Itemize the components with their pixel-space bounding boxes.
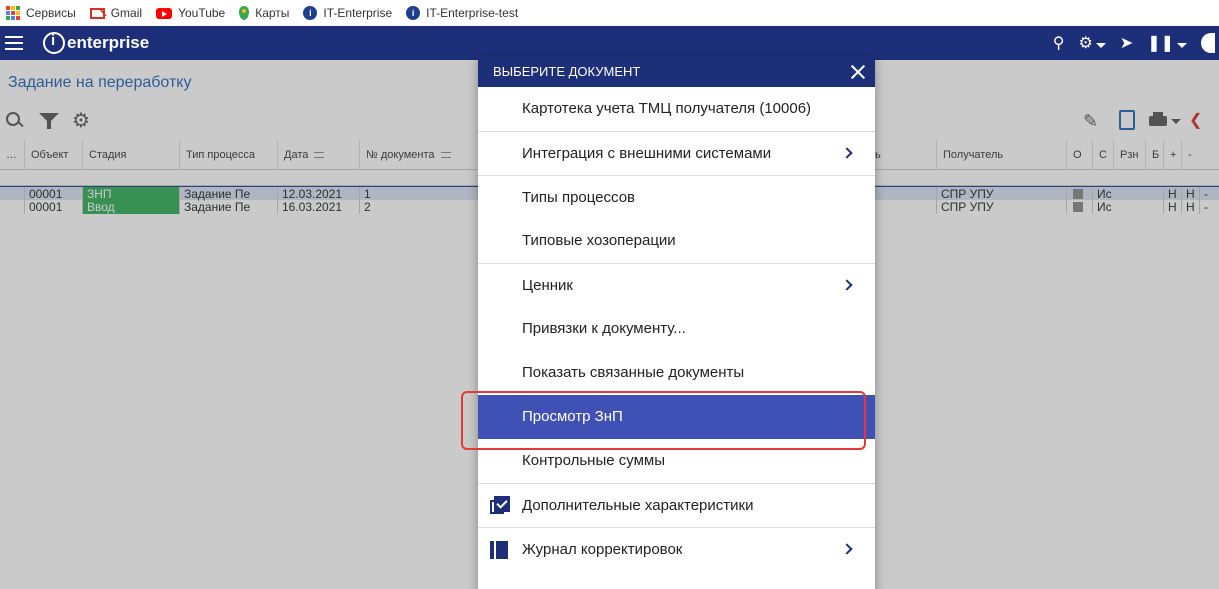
menu-item-process-types[interactable]: Типы процессов [478,175,875,219]
menu-item-correction-journal[interactable]: Журнал корректировок [478,527,875,571]
dialog-title: ВЫБЕРИТЕ ДОКУМЕНТ [493,64,641,79]
bookmark-services[interactable]: Сервисы [6,6,76,20]
menu-item-related-docs[interactable]: Показать связанные документы [478,351,875,395]
journal-icon [490,540,510,560]
it-enterprise-icon: i [406,6,421,20]
menu-item-label: Ценник [522,277,573,294]
bookmark-label: IT-Enterprise-test [426,6,519,20]
app-header: enterprise ⚲ ⚙ ➤ ❚❚ [0,26,1219,60]
menu-item-integration[interactable]: Интеграция с внешними системами [478,131,875,175]
bookmark-maps[interactable]: Карты [239,6,289,20]
menu-item-label: Привязки к документу... [522,320,686,337]
bookmark-label: YouTube [178,6,226,20]
menu-item-label: Дополнительные характеристики [522,497,754,514]
bookmark-gmail[interactable]: Gmail [89,6,143,20]
gmail-icon [89,7,105,19]
highlight-annotation [461,391,866,450]
menu-item-typical-operations[interactable]: Типовые хозоперации [478,219,875,263]
chevron-right-icon [841,279,853,291]
bookmark-youtube[interactable]: YouTube [156,6,225,20]
menu-item-bindings[interactable]: Привязки к документу... [478,307,875,351]
checkbox-multiple-icon [490,496,510,516]
menu-item-label: Типовые хозоперации [522,232,676,249]
bookmark-it-enterprise[interactable]: i IT-Enterprise [303,6,392,20]
bookmark-label: Карты [255,6,290,20]
close-icon[interactable] [850,64,865,79]
logo-icon [43,32,65,54]
menu-icon[interactable] [5,36,25,50]
menu-item-kartoteka[interactable]: Картотека учета ТМЦ получателя (10006) [478,87,875,131]
avatar[interactable] [1201,33,1215,53]
menu-item-label: Контрольные суммы [522,452,665,469]
chevron-right-icon [841,147,853,159]
menu-item-label: Картотека учета ТМЦ получателя (10006) [522,100,812,117]
header-actions: ⚲ ⚙ ➤ ❚❚ [1053,26,1219,60]
pause-icon[interactable]: ❚❚ [1147,33,1187,53]
bookmarks-bar: Сервисы Gmail YouTube Карты i IT-Enterpr… [0,0,1219,26]
app-logo[interactable]: enterprise [43,32,149,54]
menu-item-label: Журнал корректировок [522,541,683,558]
bookmark-it-enterprise-test[interactable]: i IT-Enterprise-test [406,6,518,20]
logo-text: enterprise [67,33,150,52]
chevron-right-icon [841,543,853,555]
dialog-header: ВЫБЕРИТЕ ДОКУМЕНТ [478,57,875,87]
it-enterprise-icon: i [303,6,318,20]
menu-item-price-tag[interactable]: Ценник [478,263,875,307]
select-document-dialog: ВЫБЕРИТЕ ДОКУМЕНТ Картотека учета ТМЦ по… [478,57,875,589]
maps-icon [239,6,250,20]
apps-icon [6,6,20,20]
bookmark-label: Gmail [110,6,143,20]
menu-item-label: Показать связанные документы [522,364,745,381]
menu-item-label: Интеграция с внешними системами [522,145,772,162]
menu-item-label: Типы процессов [522,189,636,206]
bookmark-label: IT-Enterprise [323,6,393,20]
youtube-icon [156,7,173,19]
settings-icon[interactable]: ⚙ [1078,33,1106,53]
bookmark-label: Сервисы [26,6,76,20]
share-icon[interactable]: ➤ [1120,33,1133,53]
menu-item-additional-characteristics[interactable]: Дополнительные характеристики [478,483,875,527]
search-icon[interactable]: ⚲ [1053,33,1065,53]
